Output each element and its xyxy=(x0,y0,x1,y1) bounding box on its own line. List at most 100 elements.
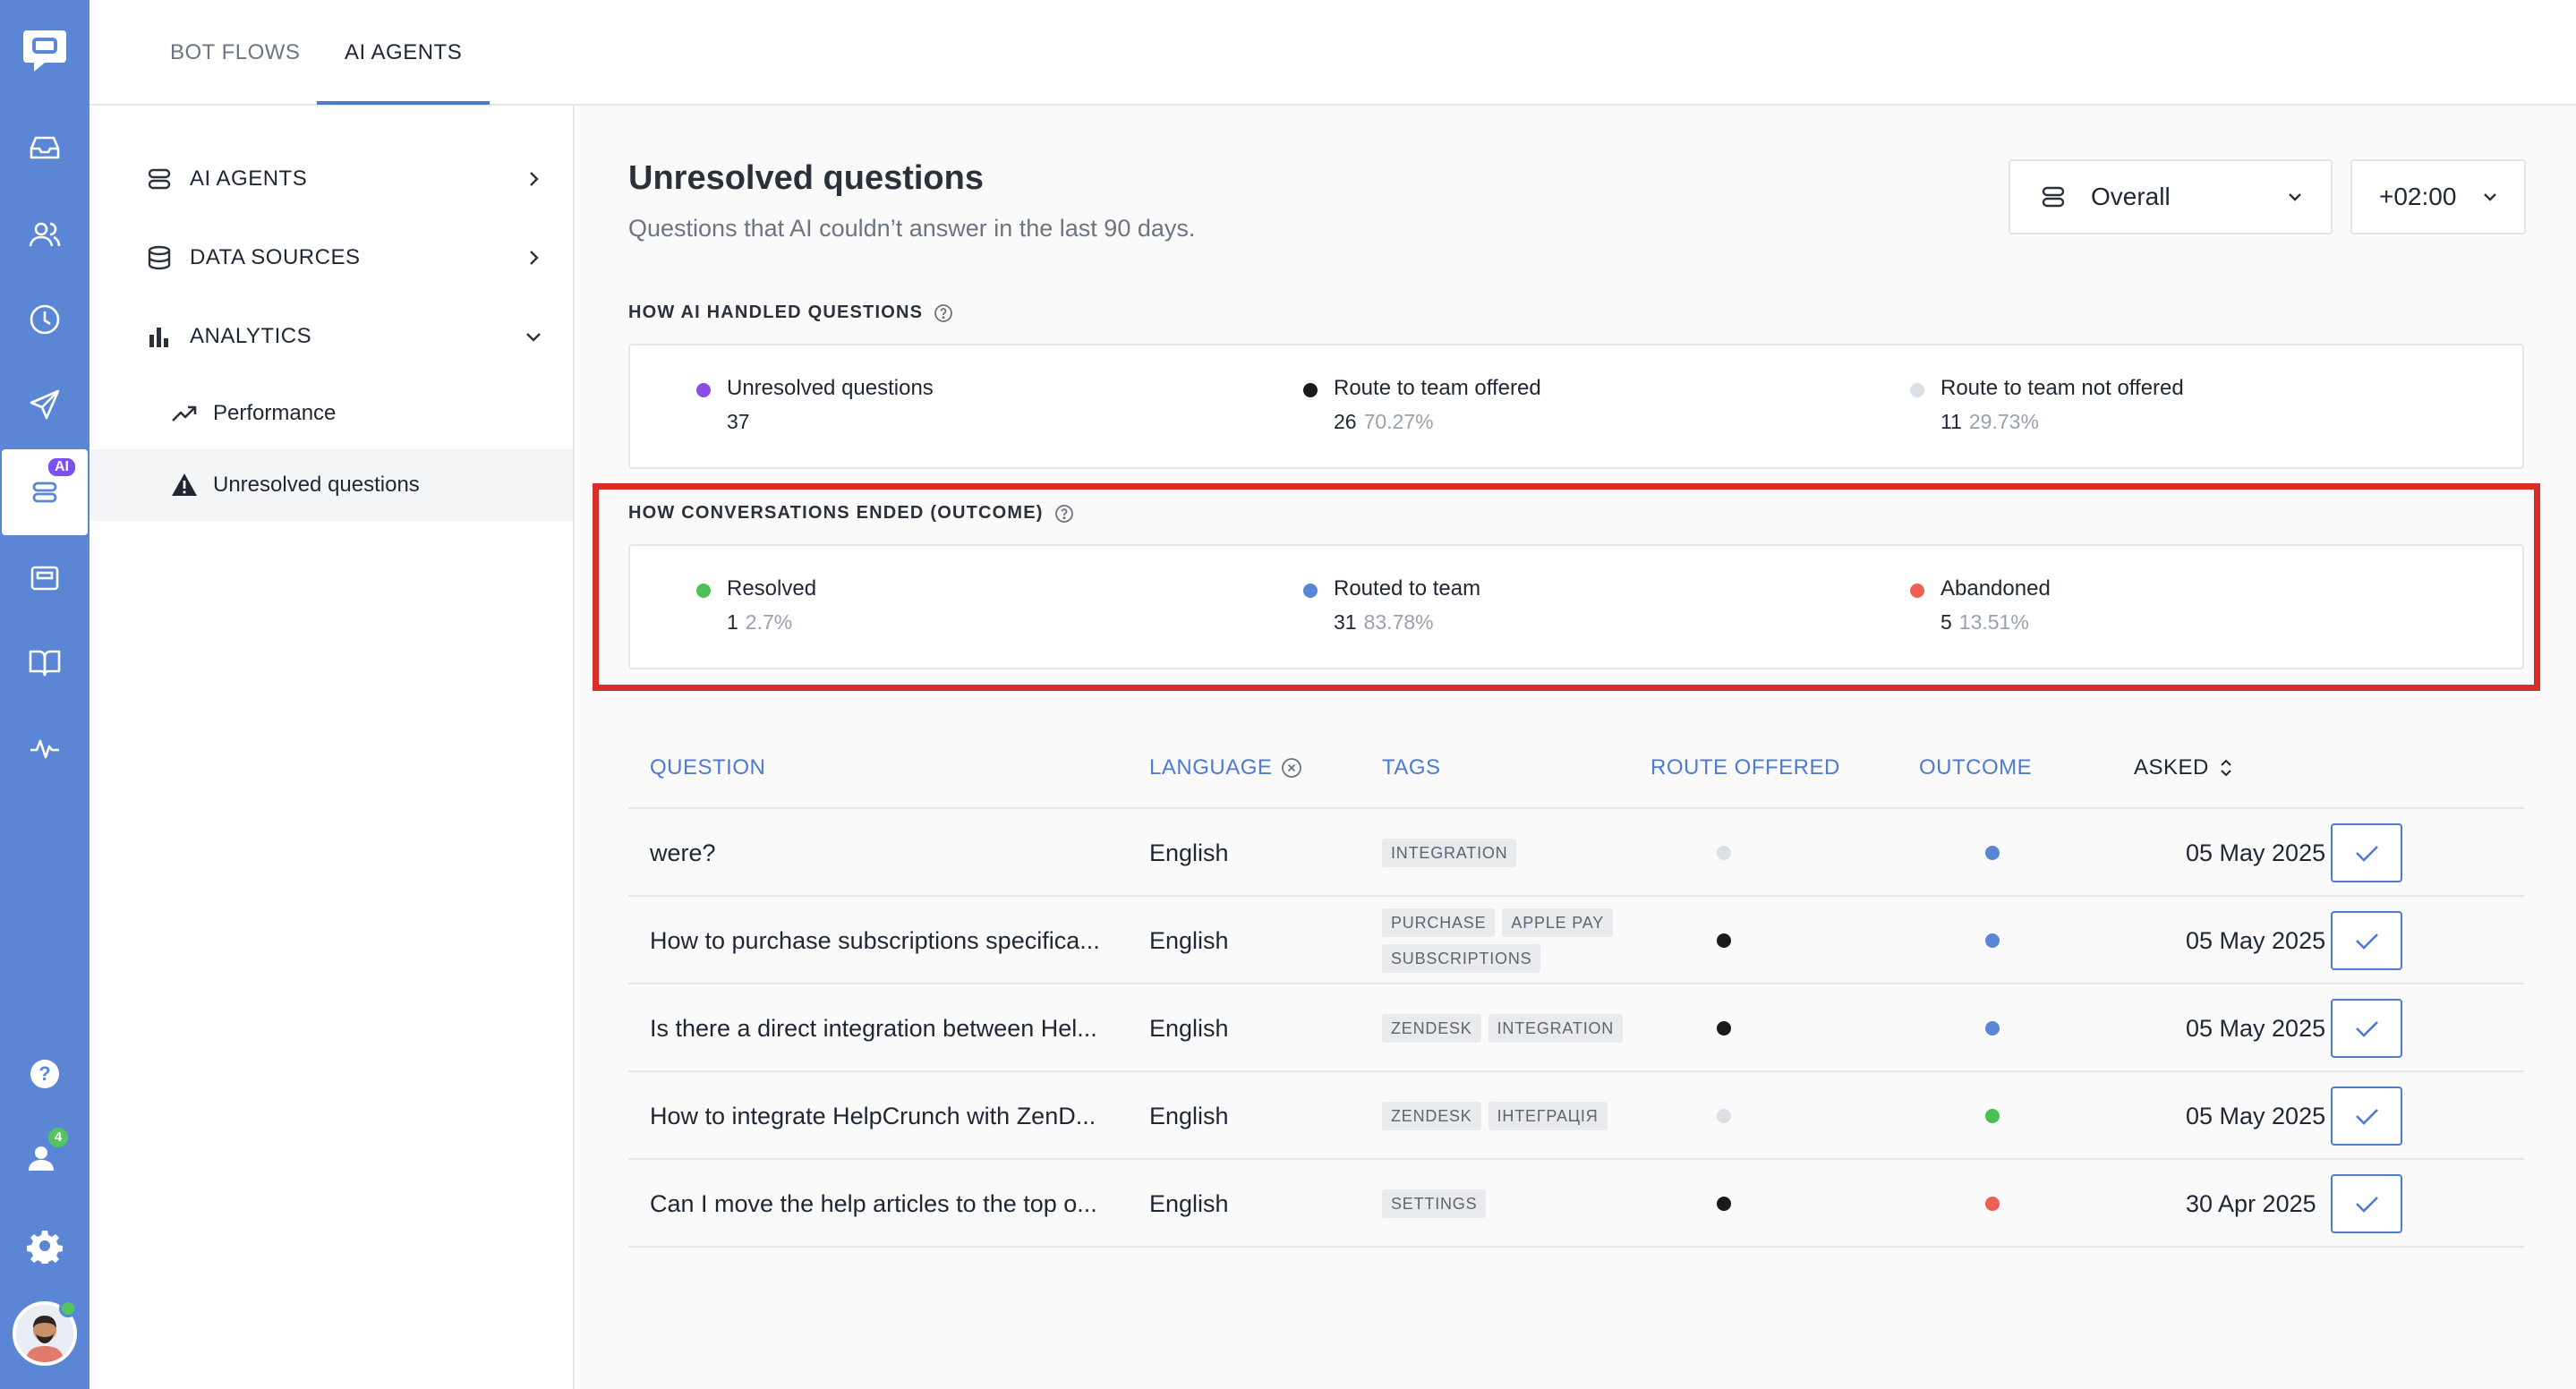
handled-section-label: HOW AI HANDLED QUESTIONS xyxy=(628,303,953,323)
sort-icon[interactable] xyxy=(2218,757,2234,779)
contacts-icon xyxy=(29,222,61,247)
question-cell[interactable]: Can I move the help articles to the top … xyxy=(650,1160,1115,1248)
question-cell[interactable]: were? xyxy=(650,809,1115,897)
column-header-tags[interactable]: TAGS xyxy=(1382,727,1441,809)
language-cell: English xyxy=(1149,1102,1229,1129)
stat-percent: 29.73% xyxy=(1968,410,2039,433)
app-rail: AI ? 4 xyxy=(0,0,90,1389)
agent-filter-value: Overall xyxy=(2091,183,2171,210)
chevron-down-icon xyxy=(2484,193,2496,201)
mark-resolved-button[interactable] xyxy=(2331,1174,2402,1233)
settings-icon xyxy=(27,1231,63,1264)
asked-date-cell: 05 May 2025 xyxy=(2186,1014,2326,1042)
subnav-item-analytics[interactable]: ANALYTICS xyxy=(90,301,573,372)
column-header-outcome[interactable]: OUTCOME xyxy=(1919,727,2032,809)
stat-value-row: 11 29.73% xyxy=(1941,410,2039,434)
language-cell: English xyxy=(1149,1189,1229,1217)
page-title: Unresolved questions xyxy=(628,159,984,197)
tag-chip[interactable]: APPLE PAY xyxy=(1502,908,1614,937)
outcome-dot xyxy=(1985,933,2000,948)
subnav-item-label: AI AGENTS xyxy=(190,166,308,191)
tag-chip[interactable]: PURCHASE xyxy=(1382,908,1496,937)
asked-date-cell: 05 May 2025 xyxy=(2186,926,2326,954)
subnav-item-label: ANALYTICS xyxy=(190,324,312,348)
tag-chip[interactable]: INTEGRATION xyxy=(1488,1014,1624,1043)
rail-ai-agents[interactable]: AI xyxy=(2,449,88,535)
rail-team[interactable]: 4 xyxy=(0,1115,90,1201)
tab-bot-flows[interactable]: BOT FLOWS xyxy=(170,0,300,106)
route-offered-dot xyxy=(1717,1021,1731,1035)
tag-chip[interactable]: SUBSCRIPTIONS xyxy=(1382,944,1541,973)
column-header-question[interactable]: QUESTION xyxy=(650,727,765,809)
handled-stats-card: Unresolved questions 37 Route to team of… xyxy=(628,344,2524,469)
widget-icon xyxy=(30,566,59,591)
stat-dot xyxy=(696,383,711,397)
warning-icon xyxy=(172,473,197,496)
tag-chip[interactable]: ZENDESK xyxy=(1382,1102,1481,1130)
activity-icon xyxy=(30,739,59,759)
subnav-item-ai-agents[interactable]: AI AGENTS xyxy=(90,143,573,215)
question-cell[interactable]: How to integrate HelpCrunch with ZenD... xyxy=(650,1072,1115,1160)
column-header-language[interactable]: LANGUAGE xyxy=(1149,727,1302,809)
svg-text:?: ? xyxy=(38,1062,50,1085)
checkmark-icon xyxy=(2356,1197,2378,1213)
outcome-dot xyxy=(1985,846,2000,860)
table-row[interactable]: Can I move the help articles to the top … xyxy=(628,1160,2524,1248)
mark-resolved-button[interactable] xyxy=(2331,1086,2402,1146)
subnav-item-performance[interactable]: Performance xyxy=(90,378,573,449)
rail-activity[interactable] xyxy=(0,705,90,791)
rail-settings[interactable] xyxy=(0,1203,90,1289)
subnav-item-unresolved-questions[interactable]: Unresolved questions xyxy=(90,449,573,521)
tag-chip[interactable]: ІНТЕГРАЦІЯ xyxy=(1488,1102,1608,1130)
rail-inbox[interactable] xyxy=(0,104,90,190)
tags-cell: SETTINGS xyxy=(1382,1160,1704,1248)
rail-help[interactable]: ? xyxy=(0,1031,90,1117)
section-label-text: HOW AI HANDLED QUESTIONS xyxy=(628,303,924,322)
question-cell[interactable]: How to purchase subscriptions specifica.… xyxy=(650,897,1115,984)
stat-value: 26 xyxy=(1334,410,1357,433)
outcome-dot xyxy=(1985,1021,2000,1035)
tags-cell: INTEGRATION xyxy=(1382,809,1704,897)
subnav-item-data-sources[interactable]: DATA SOURCES xyxy=(90,222,573,294)
table-row[interactable]: How to purchase subscriptions specifica.… xyxy=(628,897,2524,984)
timezone-dropdown[interactable]: +02:00 xyxy=(2350,159,2526,234)
table-header: QUESTION LANGUAGE TAGS ROUTE OFFERED OUT… xyxy=(628,727,2524,809)
mark-resolved-button[interactable] xyxy=(2331,999,2402,1058)
chat-bubble-logo-icon[interactable] xyxy=(21,27,68,73)
rail-knowledge-base[interactable] xyxy=(0,619,90,705)
checkmark-icon xyxy=(2356,1021,2378,1037)
mark-resolved-button[interactable] xyxy=(2331,911,2402,970)
mark-resolved-button[interactable] xyxy=(2331,823,2402,882)
help-circle-icon[interactable] xyxy=(934,303,953,323)
database-icon xyxy=(148,245,171,270)
trend-up-icon xyxy=(172,405,197,422)
stat-value-row: 37 xyxy=(727,410,757,434)
column-header-route-offered[interactable]: ROUTE OFFERED xyxy=(1651,727,1840,809)
rail-outbound[interactable] xyxy=(0,362,90,447)
subnav-item-label: DATA SOURCES xyxy=(190,245,361,269)
ai-agent-icon xyxy=(148,168,171,190)
rail-widget[interactable] xyxy=(0,535,90,621)
route-offered-dot xyxy=(1717,933,1731,948)
stat-dot xyxy=(1910,383,1924,397)
tag-chip[interactable]: ZENDESK xyxy=(1382,1014,1481,1043)
clear-filter-icon[interactable] xyxy=(1281,757,1302,779)
main-content: Unresolved questions Questions that AI c… xyxy=(576,106,2576,1389)
tag-chip[interactable]: INTEGRATION xyxy=(1382,839,1517,867)
bar-chart-icon xyxy=(149,328,168,347)
rail-history[interactable] xyxy=(0,277,90,362)
agent-filter-dropdown[interactable]: Overall xyxy=(2009,159,2333,234)
column-header-asked[interactable]: ASKED xyxy=(2134,727,2234,809)
checkmark-icon xyxy=(2356,1109,2378,1125)
table-row[interactable]: were? English INTEGRATION 05 May 2025 xyxy=(628,809,2524,897)
asked-date-cell: 30 Apr 2025 xyxy=(2186,1189,2316,1217)
tag-chip[interactable]: SETTINGS xyxy=(1382,1189,1487,1218)
highlight-box xyxy=(593,483,2540,691)
language-cell: English xyxy=(1149,839,1229,866)
table-row[interactable]: Is there a direct integration between He… xyxy=(628,984,2524,1072)
question-cell[interactable]: Is there a direct integration between He… xyxy=(650,984,1115,1072)
tab-ai-agents[interactable]: AI AGENTS xyxy=(345,0,462,106)
rail-contacts[interactable] xyxy=(0,192,90,277)
stat-dot xyxy=(1303,383,1318,397)
table-row[interactable]: How to integrate HelpCrunch with ZenD...… xyxy=(628,1072,2524,1160)
